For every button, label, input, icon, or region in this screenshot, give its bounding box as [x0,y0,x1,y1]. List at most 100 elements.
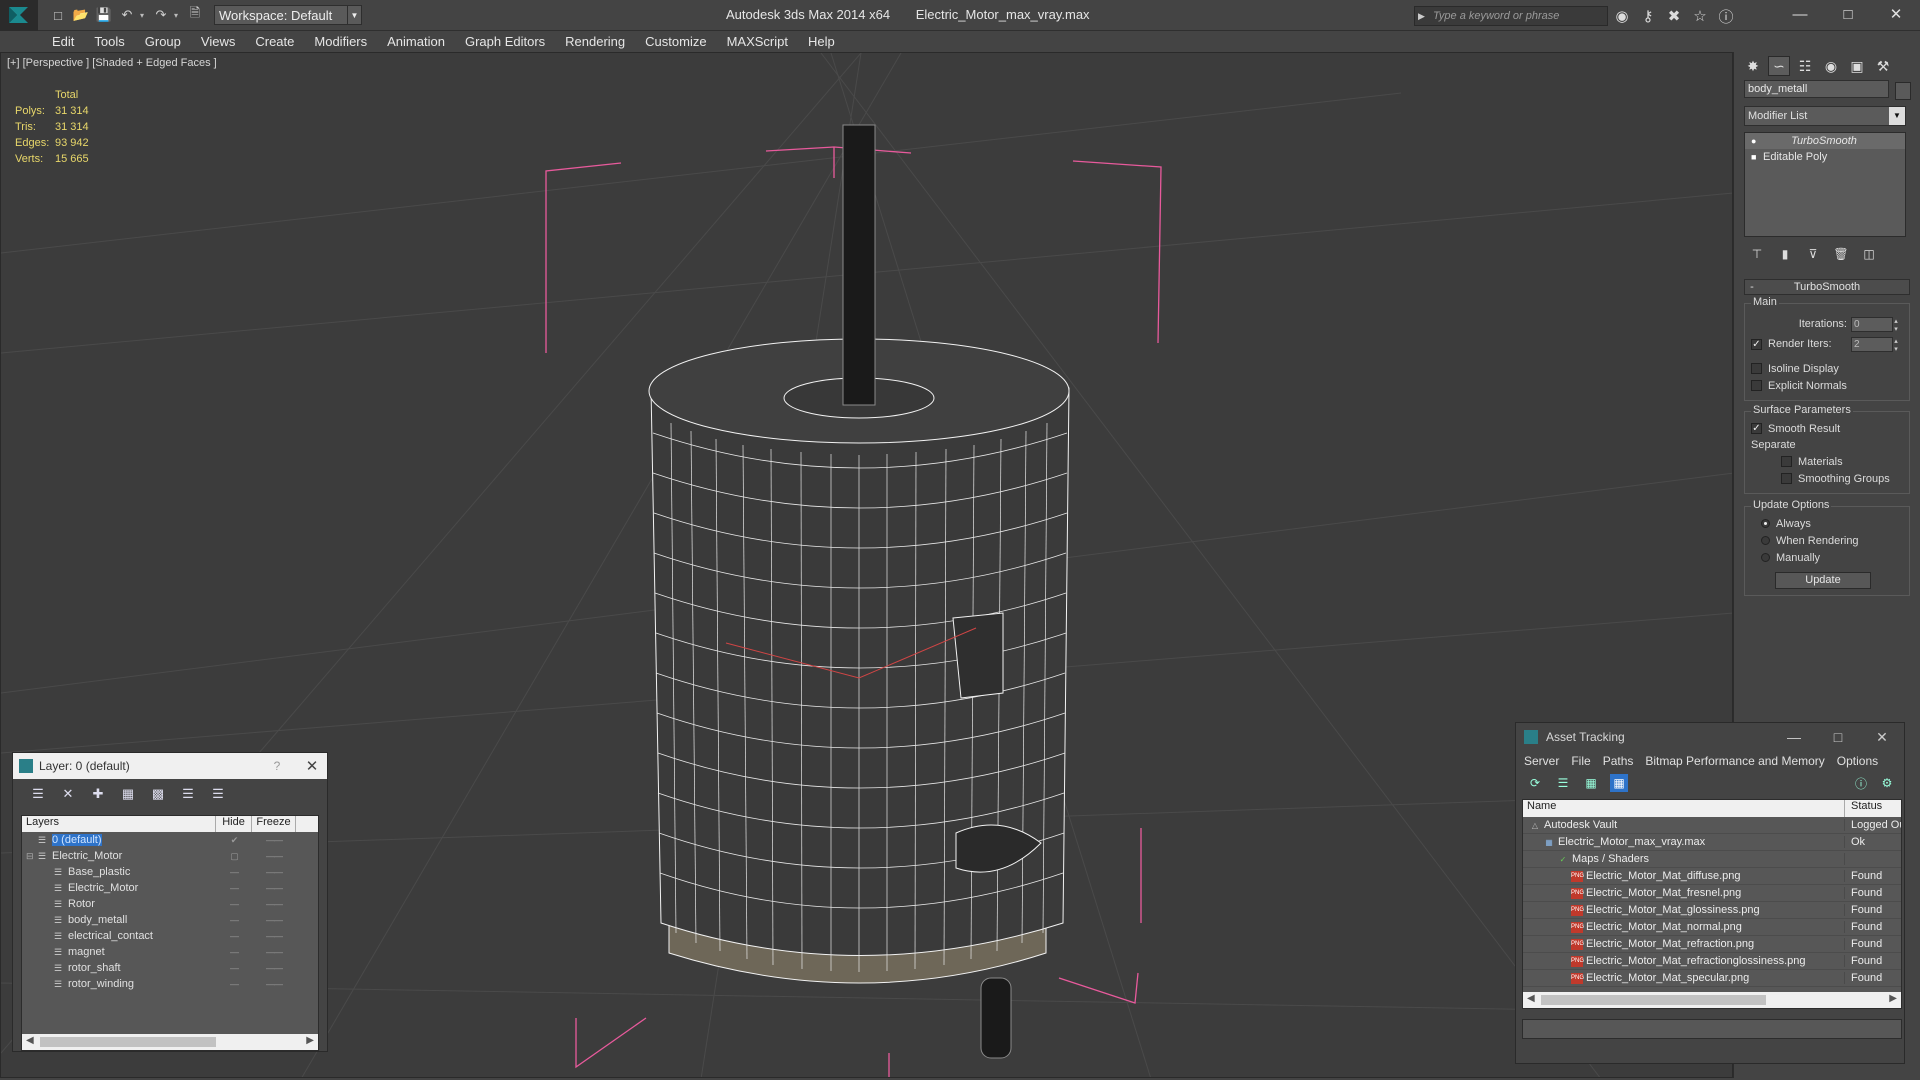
layer-row[interactable]: ☰ magnet — —— [22,944,318,960]
hide-toggle[interactable]: — [216,947,252,957]
table-view-icon[interactable]: ▦ [1610,774,1628,792]
menu-file[interactable]: File [1571,754,1590,768]
refresh-icon[interactable]: ⟳ [1526,774,1544,792]
menu-options[interactable]: Options [1837,754,1878,768]
hide-all-layers-icon[interactable]: ☰ [177,785,199,803]
freeze-toggle[interactable]: —— [252,963,296,973]
freeze-toggle[interactable]: —— [252,883,296,893]
select-layer-objects-icon[interactable]: ▦ [117,785,139,803]
render-iters-checkbox[interactable]: ✓ [1751,338,1762,350]
layer-row[interactable]: ☰ body_metall — —— [22,912,318,928]
asset-row[interactable]: PNG Electric_Motor_Mat_diffuse.png Found [1523,868,1901,885]
undo-dropdown-icon[interactable]: ▾ [140,11,148,20]
save-file-icon[interactable]: 💾 [94,5,114,25]
hide-toggle[interactable]: ▢ [216,851,252,862]
dialog-title-bar[interactable]: Asset Tracking — □ ✕ [1516,723,1904,751]
layer-row[interactable]: ☰ Base_plastic — —— [22,864,318,880]
star-icon[interactable]: ☆ [1690,6,1710,26]
layer-row[interactable]: ☰ rotor_winding — —— [22,976,318,992]
maximize-icon[interactable]: □ [1824,0,1872,28]
maximize-icon[interactable]: □ [1816,729,1860,745]
help-icon[interactable]: ⓘ [1716,6,1736,26]
menu-graph-editors[interactable]: Graph Editors [465,34,545,49]
help-icon[interactable]: ⓘ [1852,774,1870,792]
asset-row[interactable]: PNG Electric_Motor_Mat_refraction.png Foun… [1523,936,1901,953]
stack-item-editable-poly[interactable]: ■ Editable Poly [1745,149,1905,165]
when-rendering-radio[interactable] [1761,536,1770,545]
list-view-icon[interactable]: ☰ [1554,774,1572,792]
remove-modifier-icon[interactable]: 🗑 [1832,245,1850,263]
menu-customize[interactable]: Customize [645,34,706,49]
horizontal-scrollbar[interactable]: ◀ ▶ [1523,992,1901,1008]
scroll-left-icon[interactable]: ◀ [1527,993,1535,1004]
column-freeze[interactable]: Freeze [252,816,296,832]
asset-row[interactable]: ✓ Maps / Shaders [1523,851,1901,868]
layer-row[interactable]: ⊟ ☰ Electric_Motor ▢ —— [22,848,318,864]
menu-server[interactable]: Server [1524,754,1559,768]
delete-layer-icon[interactable]: ✕ [57,785,79,803]
close-icon[interactable]: ✕ [1872,0,1920,28]
close-icon[interactable]: ✕ [297,757,327,775]
scroll-left-icon[interactable]: ◀ [26,1035,34,1046]
layer-row[interactable]: ☰ Electric_Motor — —— [22,880,318,896]
menu-bitmap-performance[interactable]: Bitmap Performance and Memory [1645,754,1824,768]
expand-toggle-icon[interactable]: ⊟ [26,851,36,862]
hide-toggle[interactable]: — [216,883,252,893]
column-hide[interactable]: Hide [216,816,252,832]
menu-animation[interactable]: Animation [387,34,445,49]
binoculars-icon[interactable]: ◉ [1612,6,1632,26]
explicit-normals-checkbox[interactable] [1751,380,1762,391]
freeze-toggle[interactable]: —— [252,835,296,845]
asset-row[interactable]: △ Autodesk Vault Logged Out [1523,817,1901,834]
pin-stack-icon[interactable]: ⊤ [1748,245,1766,263]
asset-row[interactable]: ▦ Electric_Motor_max_vray.max Ok [1523,834,1901,851]
horizontal-scrollbar[interactable]: ◀ ▶ [22,1034,318,1050]
isoline-checkbox[interactable] [1751,363,1762,374]
stack-item-turbosmooth[interactable]: ● TurboSmooth [1745,133,1905,149]
display-tab-icon[interactable]: ▣ [1846,56,1868,76]
redo-icon[interactable]: ↷ [151,5,171,25]
column-layers[interactable]: Layers [22,816,216,832]
layer-row[interactable]: ☰ rotor_shaft — —— [22,960,318,976]
hide-toggle[interactable]: — [216,915,252,925]
modify-tab-icon[interactable]: ∽ [1768,56,1790,76]
menu-tools[interactable]: Tools [94,34,124,49]
minimize-icon[interactable]: — [1772,729,1816,745]
menu-create[interactable]: Create [255,34,294,49]
open-file-icon[interactable]: 📂 [71,5,91,25]
viewport-label[interactable]: [+] [Perspective ] [Shaded + Edged Faces… [7,57,217,69]
close-icon[interactable]: ✕ [1860,729,1904,746]
create-layer-icon[interactable]: ☰ [27,785,49,803]
object-color-swatch[interactable] [1895,82,1911,100]
hierarchy-tab-icon[interactable]: ☷ [1794,56,1816,76]
scroll-right-icon[interactable]: ▶ [306,1035,314,1046]
motion-tab-icon[interactable]: ◉ [1820,56,1842,76]
freeze-toggle[interactable]: —— [252,979,296,989]
layer-row[interactable]: ☰ 0 (default) ✔ —— [22,832,318,848]
project-folder-icon[interactable]: 🗎 [185,5,205,25]
hide-toggle[interactable]: — [216,867,252,877]
menu-maxscript[interactable]: MAXScript [727,34,788,49]
layer-row[interactable]: ☰ electrical_contact — —— [22,928,318,944]
make-unique-icon[interactable]: ⊽ [1804,245,1822,263]
asset-row[interactable]: PNG Electric_Motor_Mat_refractionglossine… [1523,953,1901,970]
sign-in-icon[interactable]: ✖ [1664,6,1684,26]
asset-row[interactable]: PNG Electric_Motor_Mat_glossiness.png Foun… [1523,902,1901,919]
modifier-list-dropdown[interactable]: Modifier List ▼ [1744,106,1906,126]
app-menu-button[interactable] [0,0,38,31]
update-button[interactable]: Update [1775,572,1871,589]
search-input[interactable]: ▶ Type a keyword or phrase [1414,6,1608,26]
freeze-all-layers-icon[interactable]: ☰ [207,785,229,803]
menu-modifiers[interactable]: Modifiers [314,34,367,49]
iterations-spinner[interactable]: 0 [1851,316,1902,333]
freeze-toggle[interactable]: —— [252,899,296,909]
menu-help[interactable]: Help [808,34,835,49]
freeze-toggle[interactable]: —— [252,931,296,941]
redo-dropdown-icon[interactable]: ▾ [174,11,182,20]
freeze-toggle[interactable]: —— [252,867,296,877]
asset-row[interactable]: PNG Electric_Motor_Mat_specular.png Found [1523,970,1901,987]
highlight-layer-icon[interactable]: ▩ [147,785,169,803]
show-end-result-icon[interactable]: ▮ [1776,245,1794,263]
asset-row[interactable]: PNG Electric_Motor_Mat_fresnel.png Found [1523,885,1901,902]
scroll-thumb[interactable] [40,1037,216,1047]
